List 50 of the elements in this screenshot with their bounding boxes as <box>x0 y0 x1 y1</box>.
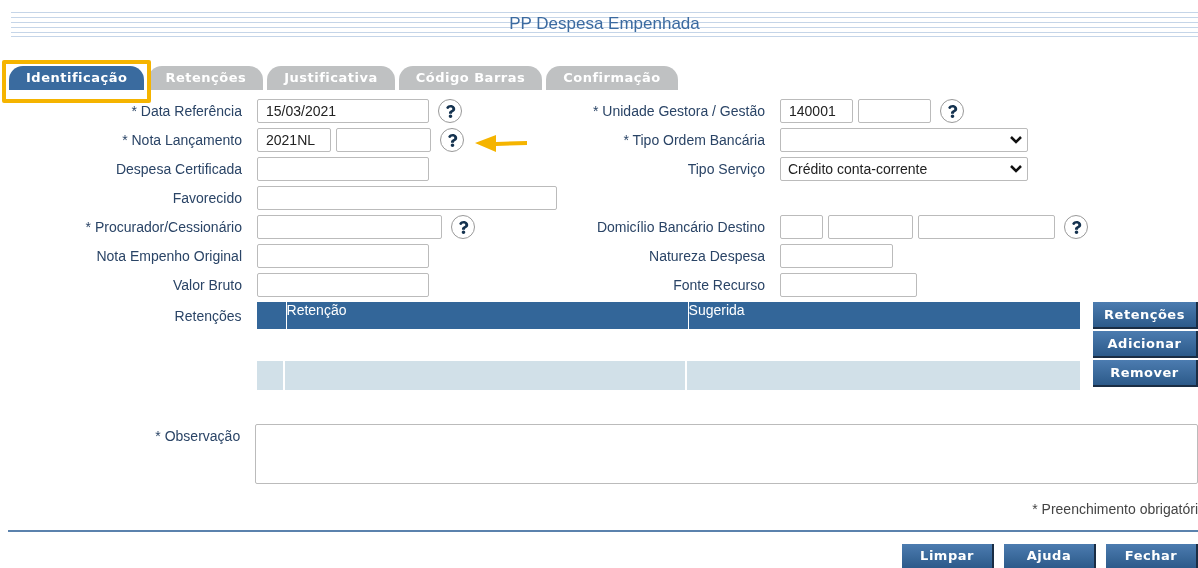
field-label: * Procurador/Cessionário <box>84 217 242 237</box>
field-label: * Tipo Ordem Bancária <box>622 130 765 150</box>
field-label: * Unidade Gestora / Gestão <box>592 101 765 121</box>
action-button[interactable]: Ajuda <box>1004 544 1096 568</box>
help-icon[interactable] <box>438 99 462 123</box>
help-icon[interactable] <box>1064 215 1088 239</box>
field-label: * Observação <box>154 427 241 446</box>
input-field[interactable]: 15/03/2021 <box>257 99 429 123</box>
action-button[interactable]: Fechar <box>1106 544 1198 568</box>
input-field[interactable] <box>918 215 1055 239</box>
input-field[interactable] <box>780 273 917 297</box>
action-button[interactable]: Limpar <box>902 544 994 568</box>
input-field[interactable] <box>780 244 893 268</box>
input-field[interactable] <box>828 215 913 239</box>
input-field[interactable] <box>858 99 931 123</box>
select-field[interactable]: Crédito conta-corrente <box>780 157 1028 181</box>
help-icon[interactable] <box>440 128 464 152</box>
field-label: Domicílio Bancário Destino <box>595 217 765 237</box>
chevron-down-icon <box>1009 135 1023 145</box>
help-icon[interactable] <box>940 99 964 123</box>
field-label: Favorecido <box>171 188 242 208</box>
input-field[interactable] <box>257 157 429 181</box>
input-field[interactable] <box>336 128 431 152</box>
chevron-down-icon <box>1009 164 1023 174</box>
required-note: * Preenchimento obrigatóri <box>1032 500 1198 517</box>
textarea-field[interactable] <box>255 424 1198 484</box>
select-field[interactable] <box>780 128 1028 152</box>
tab[interactable]: Identificação <box>9 66 145 90</box>
input-field[interactable]: 2021NL <box>257 128 331 152</box>
arrow-icon <box>474 132 528 154</box>
help-icon[interactable] <box>451 215 475 239</box>
field-label: Retenções <box>173 307 242 326</box>
field-label: Tipo Serviço <box>686 159 765 179</box>
input-field[interactable] <box>780 215 823 239</box>
input-field[interactable] <box>257 215 442 239</box>
field-label: Nota Empenho Original <box>95 246 242 266</box>
field-label: * Nota Lançamento <box>121 130 242 150</box>
action-button[interactable]: Retenções <box>1093 302 1198 329</box>
action-button[interactable]: Remover <box>1093 360 1198 387</box>
action-button[interactable]: Adicionar <box>1093 331 1198 358</box>
input-field[interactable]: 140001 <box>780 99 853 123</box>
field-label: Valor Bruto <box>172 275 242 295</box>
field-label: Natureza Despesa <box>648 246 765 266</box>
field-label: * Data Referência <box>130 101 242 121</box>
input-field[interactable] <box>257 186 557 210</box>
field-label: Fonte Recurso <box>672 275 765 295</box>
input-field[interactable] <box>257 273 429 297</box>
field-label: Despesa Certificada <box>114 159 242 179</box>
page-title: PP Despesa Empenhada <box>509 13 700 36</box>
input-field[interactable] <box>257 244 429 268</box>
